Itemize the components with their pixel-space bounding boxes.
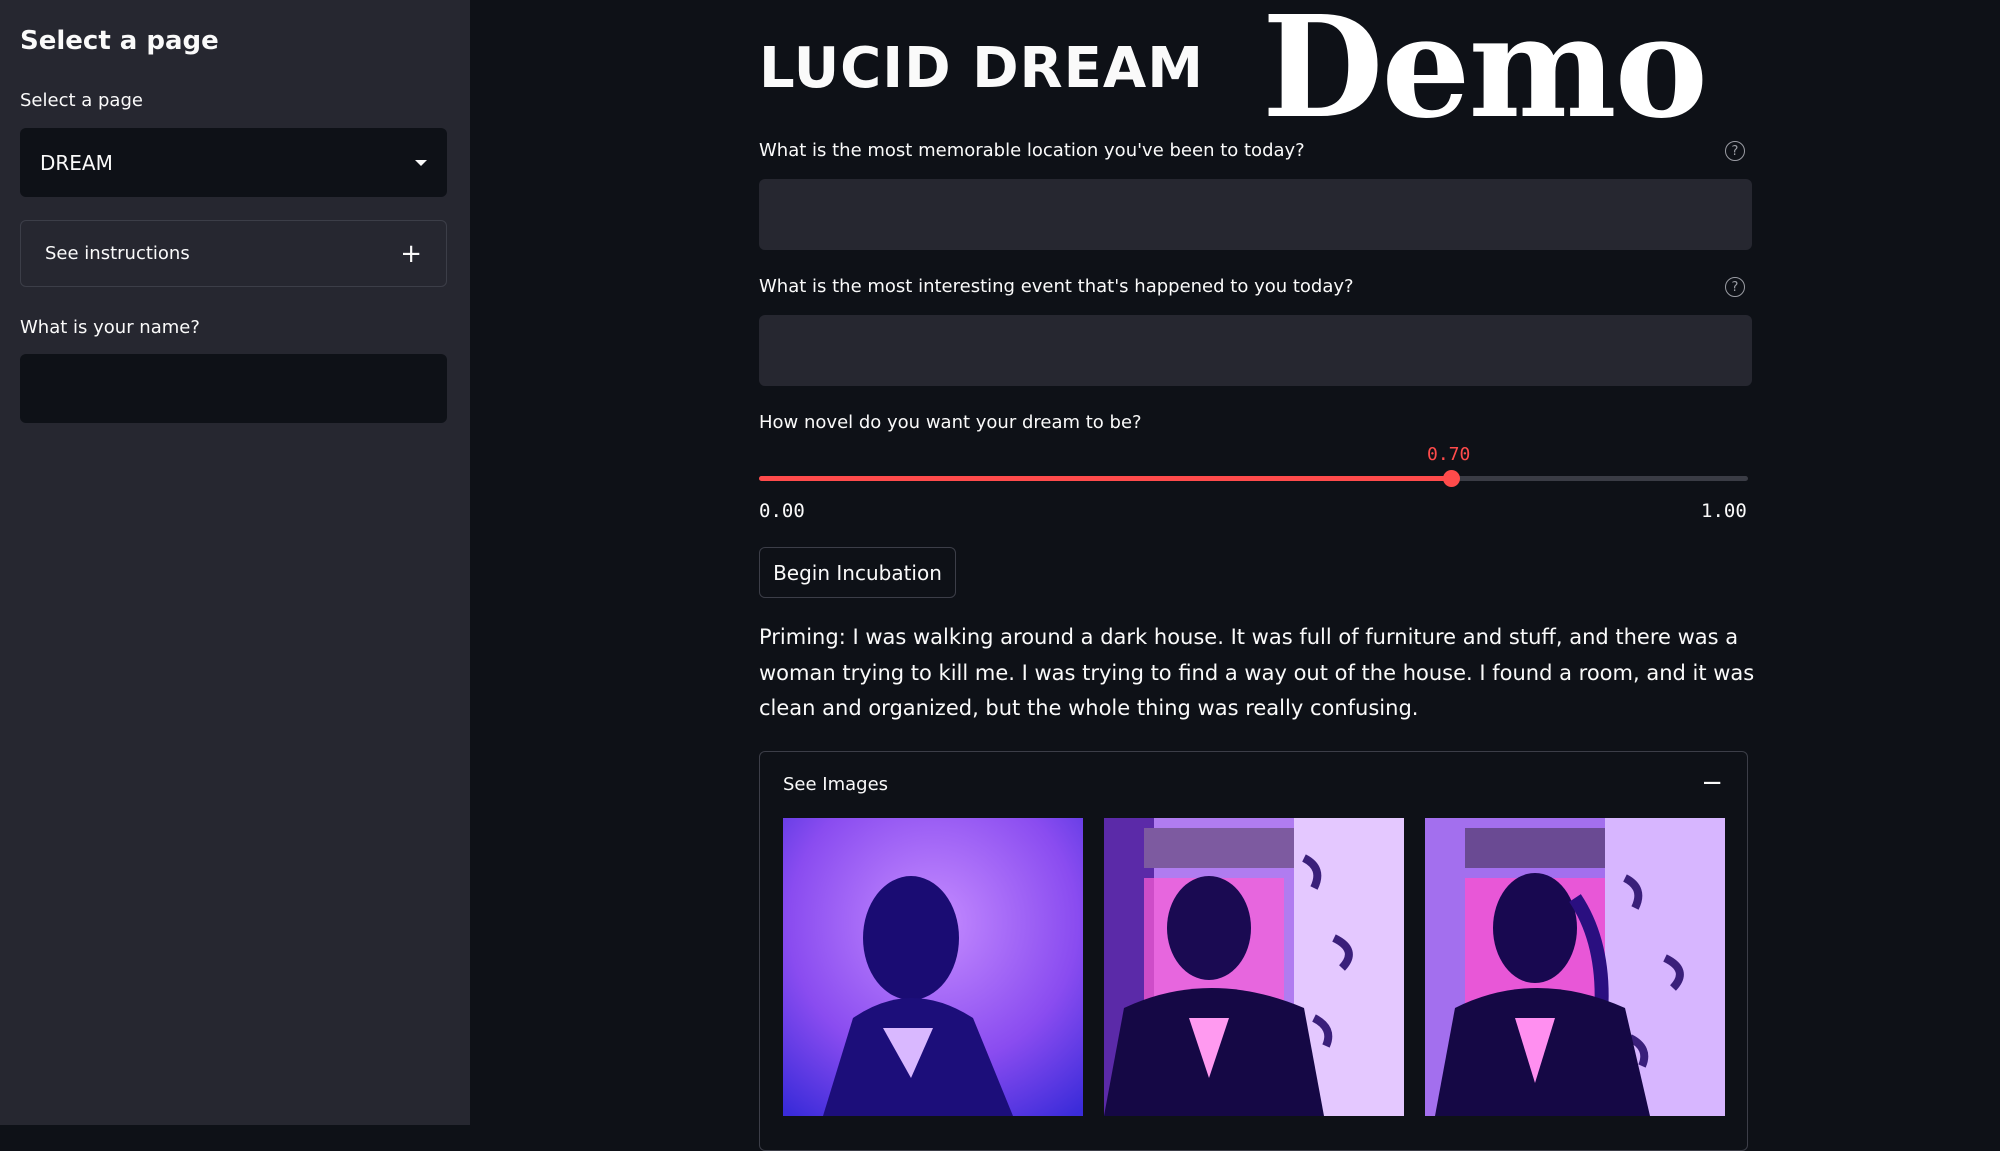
- name-label: What is your name?: [20, 317, 200, 338]
- novelty-slider[interactable]: [759, 470, 1748, 487]
- images-expander: See Images −: [759, 751, 1748, 1151]
- help-icon[interactable]: ?: [1725, 277, 1745, 297]
- novelty-slider-label: How novel do you want your dream to be?: [759, 412, 1142, 433]
- dream-image: [783, 818, 1083, 1116]
- plus-icon: +: [400, 238, 422, 269]
- priming-text: Priming: I was walking around a dark hou…: [759, 625, 1755, 720]
- sidebar-title: Select a page: [20, 26, 219, 56]
- dream-image: [1104, 818, 1404, 1116]
- help-icon[interactable]: ?: [1725, 141, 1745, 161]
- chevron-down-icon: [415, 159, 427, 166]
- slider-fill: [759, 476, 1452, 481]
- begin-incubation-button[interactable]: Begin Incubation: [759, 547, 956, 598]
- location-question-label: What is the most memorable location you'…: [759, 140, 1305, 161]
- images-expander-label[interactable]: See Images: [783, 774, 888, 795]
- event-question-label: What is the most interesting event that'…: [759, 276, 1354, 297]
- name-input[interactable]: [20, 354, 447, 423]
- select-page-label: Select a page: [20, 90, 143, 111]
- slider-value: 0.70: [1427, 444, 1471, 465]
- minus-icon[interactable]: −: [1701, 768, 1723, 798]
- dream-image: [1425, 818, 1725, 1116]
- page-title: LUCID DREAM: [759, 36, 1204, 101]
- instructions-expander-label: See instructions: [45, 243, 190, 264]
- slider-max-label: 1.00: [1701, 500, 1747, 522]
- demo-overlay-title: Demo: [1262, 0, 1708, 150]
- slider-min-label: 0.00: [759, 500, 805, 522]
- page-select-value: DREAM: [40, 150, 113, 175]
- slider-thumb[interactable]: [1443, 470, 1461, 487]
- page-select[interactable]: DREAM: [20, 128, 447, 197]
- event-input[interactable]: [759, 315, 1752, 386]
- instructions-expander[interactable]: See instructions +: [20, 220, 447, 287]
- sidebar: Select a page Select a page DREAM See in…: [0, 0, 470, 1125]
- location-input[interactable]: [759, 179, 1752, 250]
